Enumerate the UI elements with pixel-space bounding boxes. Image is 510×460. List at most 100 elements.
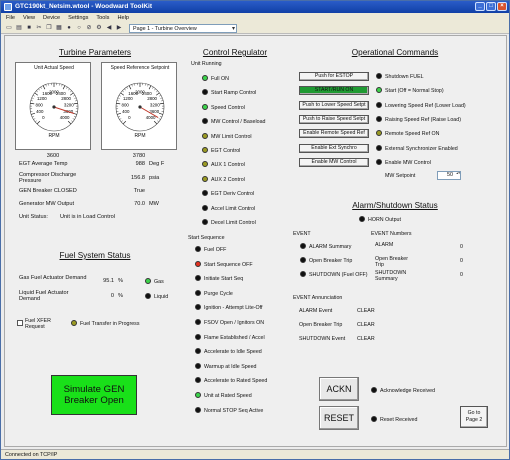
- mw-output-unit: MW: [149, 201, 159, 207]
- liquid-led: [145, 293, 151, 299]
- fuel-xfer-checkbox[interactable]: [17, 320, 23, 326]
- open-icon[interactable]: ▤: [15, 24, 23, 32]
- minimize-button[interactable]: _: [475, 2, 485, 11]
- command-button[interactable]: Push to Raise Speed Setpt: [299, 114, 369, 124]
- start-item-led: [195, 289, 201, 296]
- annunciation-label: ALARM Event: [299, 308, 333, 314]
- gauge-tick: [121, 120, 123, 123]
- running-item-led: [202, 118, 208, 125]
- start-item-led: [195, 333, 201, 340]
- menu-view[interactable]: View: [23, 13, 35, 23]
- reset-received-led: [371, 416, 377, 422]
- close-button[interactable]: ×: [497, 2, 507, 11]
- command-button[interactable]: Push for ESTOP: [299, 72, 369, 81]
- running-item-led: [202, 219, 208, 225]
- annunciation-label: SHUTDOWN Event: [299, 336, 346, 342]
- page-content: Turbine Parameters Unit Actual Speed 0 40…: [4, 35, 507, 447]
- gauge-tick: [157, 120, 159, 123]
- running-item-led: [202, 132, 208, 139]
- unit-running-label: Unit Running: [191, 61, 222, 67]
- gauge-title: Unit Actual Speed: [34, 65, 74, 71]
- gauge-tick: [73, 102, 78, 105]
- simulate-gen-breaker-button[interactable]: Simulate GEN Breaker Open: [51, 375, 137, 415]
- gauge-tick: [61, 84, 63, 87]
- liquid-demand-label: Liquid Fuel Actuator Demand: [19, 290, 69, 302]
- forward-icon[interactable]: ▶: [115, 24, 123, 32]
- back-icon[interactable]: ◀: [105, 24, 113, 32]
- command-button[interactable]: Enable Remote Speed Ref: [299, 129, 369, 139]
- command-button[interactable]: Push to Lower Speed Setpt: [299, 100, 369, 110]
- gauge-tick-label: 4000: [60, 115, 70, 120]
- stop-icon[interactable]: ⊘: [85, 24, 93, 32]
- gauge-tick: [159, 102, 164, 105]
- horn-label: HORN Output: [368, 217, 401, 223]
- menu-help[interactable]: Help: [117, 13, 129, 23]
- gauge-title: Speed Reference Setpoint: [110, 65, 170, 71]
- start-item-led: [195, 319, 201, 325]
- gauge-tick: [75, 100, 78, 102]
- annunciation-header: EVENT Annunciation: [293, 295, 343, 301]
- event-label: SHUTDOWN (Fuel OFF): [309, 272, 368, 278]
- turbine-title: Turbine Parameters: [58, 48, 132, 57]
- gauge-tick-label: 2800: [61, 96, 71, 101]
- gauge-tick: [30, 100, 33, 102]
- running-item-label: Decel Limit Control: [211, 220, 256, 226]
- new-icon[interactable]: ▭: [5, 24, 13, 32]
- running-item-led: [202, 175, 208, 182]
- gas-led: [145, 278, 151, 284]
- maximize-button[interactable]: □: [486, 2, 496, 11]
- command-button[interactable]: Enable MW Control: [299, 157, 369, 167]
- copy-icon[interactable]: ❐: [45, 24, 53, 32]
- start-item-label: Accelerate to Rated Speed: [204, 378, 268, 385]
- page-selector[interactable]: Page 1 - Turbine Overview: [129, 23, 237, 33]
- event-led: [300, 271, 306, 277]
- disconnect-icon[interactable]: ○: [75, 24, 83, 32]
- start-item-led: [195, 362, 201, 369]
- gauge-tick: [124, 88, 126, 91]
- menu-file[interactable]: File: [6, 13, 15, 23]
- gauge-tick: [32, 95, 35, 97]
- gauge-tick-label: 3200: [150, 102, 160, 107]
- menu-settings[interactable]: Settings: [68, 13, 88, 23]
- command-led: [376, 158, 382, 165]
- gauge-tick: [32, 116, 35, 118]
- goto-page2-button[interactable]: Go to Page 2: [460, 406, 488, 428]
- event-number-value: 0: [460, 244, 463, 250]
- mw-setpoint-input[interactable]: 50: [437, 171, 461, 180]
- gauge-tick: [73, 95, 76, 97]
- running-item-label: EGT Control: [211, 148, 241, 154]
- running-item-label: Speed Control: [211, 104, 245, 111]
- settings-icon[interactable]: ⚙: [95, 24, 103, 32]
- start-item-led: [195, 406, 201, 413]
- running-item-label: Full ON: [211, 76, 229, 82]
- gauge-tick-label: 400: [36, 109, 44, 114]
- command-button[interactable]: START/RUN ON: [299, 86, 369, 96]
- running-item-led: [202, 89, 208, 96]
- connect-icon[interactable]: ●: [65, 24, 73, 32]
- start-item-label: Start Sequence OFF: [204, 261, 253, 268]
- gauge-tick-label: 400: [122, 109, 130, 114]
- command-button[interactable]: Enable Ext Synchro: [299, 143, 369, 153]
- menu-tools[interactable]: Tools: [96, 13, 109, 23]
- running-item-label: MW Control / Baseload: [211, 119, 266, 126]
- gauge-tick: [158, 118, 161, 120]
- unit-status-value: Unit is in Load Control: [60, 214, 116, 220]
- start-item-led: [195, 246, 201, 252]
- menu-device[interactable]: Device: [43, 13, 60, 23]
- running-item-led: [202, 204, 208, 211]
- paste-icon[interactable]: ▦: [55, 24, 63, 32]
- command-led-label: Raising Speed Ref (Raise Load): [385, 116, 461, 123]
- save-icon[interactable]: ■: [25, 24, 33, 32]
- liquid-led-label: Liquid: [154, 294, 169, 300]
- gauge-tick: [116, 102, 121, 105]
- gas-demand-value: 95.1: [103, 278, 114, 284]
- event-label: Open Breaker Trip: [309, 258, 353, 264]
- gas-led-label: Gas: [154, 279, 164, 285]
- reset-button[interactable]: RESET: [319, 406, 359, 430]
- fuel-transfer-label: Fuel Transfer in Progress: [80, 321, 140, 327]
- cut-icon[interactable]: ✂: [35, 24, 43, 32]
- liquid-demand-unit: %: [118, 293, 123, 299]
- gauge-tick: [161, 100, 164, 102]
- ackn-button[interactable]: ACKN: [319, 377, 359, 401]
- command-led-label: Shutdown FUEL: [385, 74, 424, 80]
